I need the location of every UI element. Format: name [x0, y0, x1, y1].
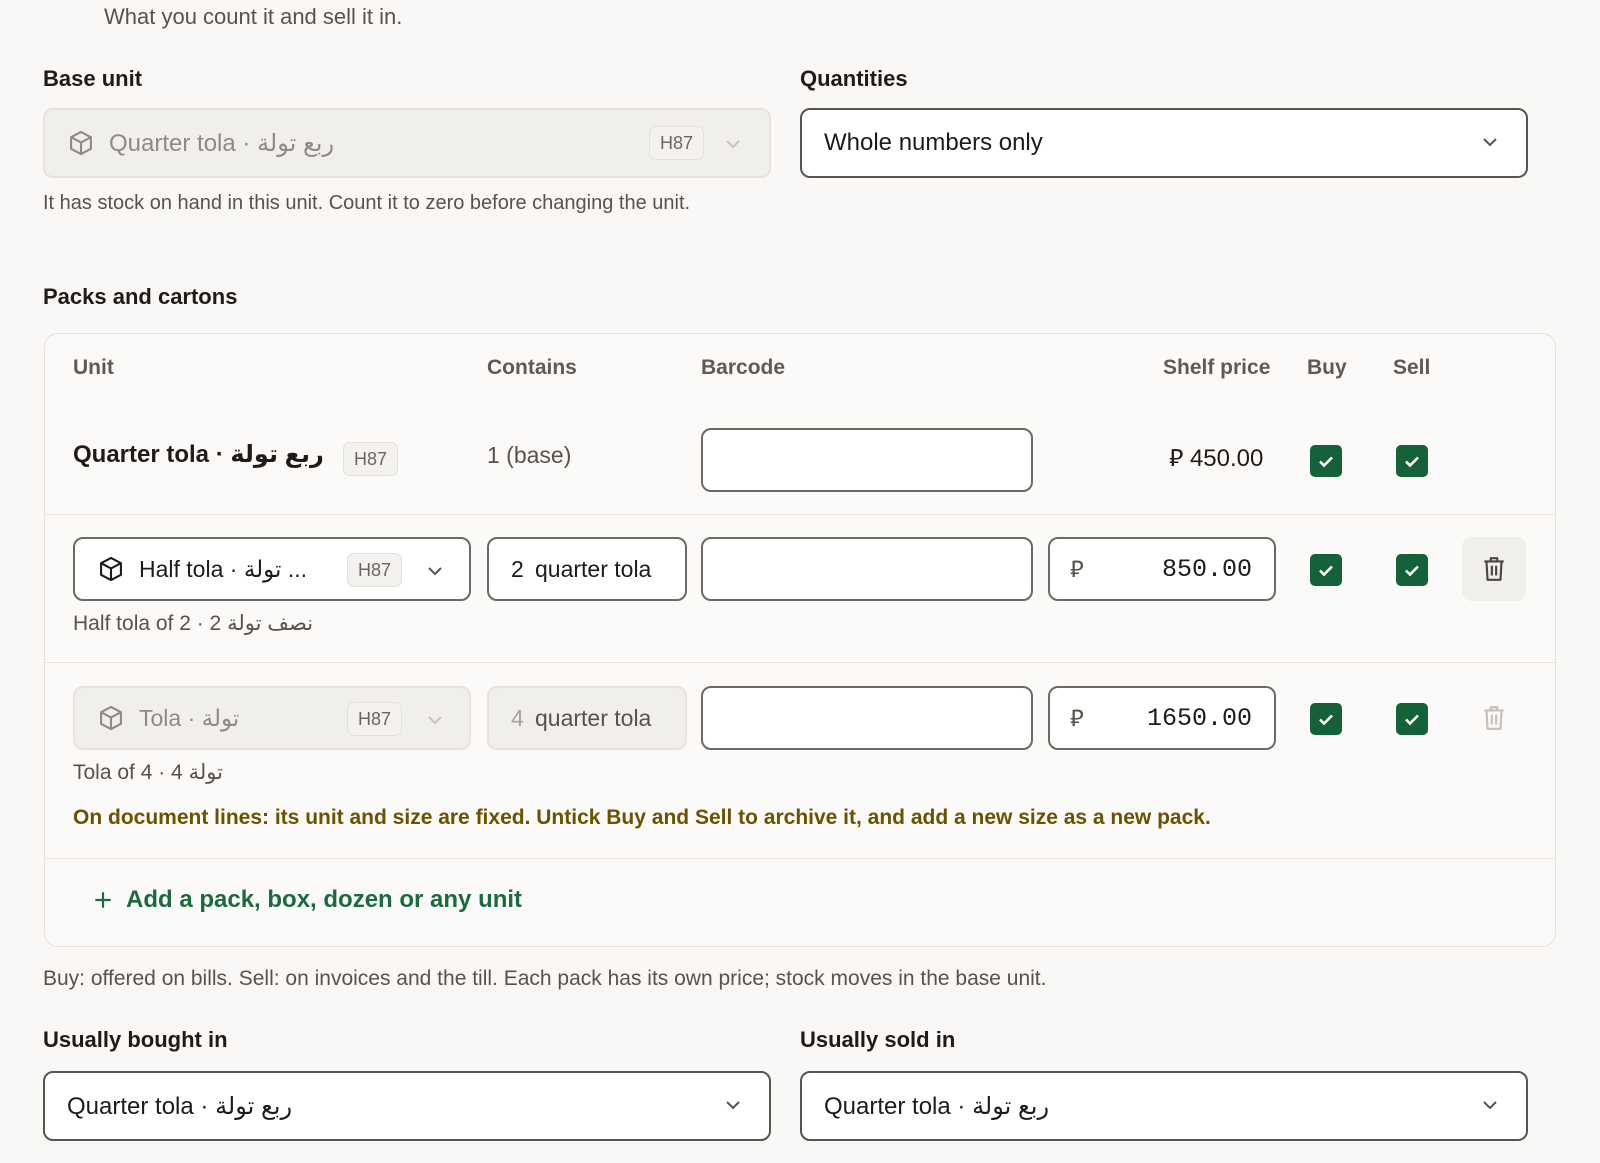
unit-code-badge: H87	[649, 126, 705, 160]
usually-sold-select[interactable]: Quarter tola · ربع تولة	[800, 1071, 1528, 1141]
pack-warning: On document lines: its unit and size are…	[73, 806, 1211, 829]
chevron-down-icon	[1483, 138, 1497, 147]
unit-code-badge: H87	[343, 442, 399, 476]
pack-caption: Half tola of 2 · 2 نصف تولة	[73, 612, 314, 635]
packs-table	[44, 333, 1556, 947]
add-pack-button[interactable]: Add a pack, box, dozen or any unit	[92, 886, 522, 914]
usually-bought-label: Usually bought in	[43, 1027, 228, 1052]
contains-input[interactable]: 4 quarter tola	[487, 686, 687, 750]
chevron-down-icon	[726, 1101, 740, 1110]
delete-pack-button[interactable]	[1462, 537, 1526, 601]
currency-icon: ⃁	[1169, 445, 1184, 472]
chevron-down-icon	[428, 567, 442, 576]
contains-qty: 4	[511, 704, 524, 731]
pack-caption: Tola of 4 · 4 تولة	[73, 761, 223, 784]
chevron-down-icon	[726, 140, 740, 149]
packs-footnote: Buy: offered on bills. Sell: on invoices…	[43, 967, 1047, 990]
section-description: What you count it and sell it in.	[104, 4, 403, 29]
plus-icon	[95, 892, 111, 908]
base-unit-select[interactable]: Quarter tola · ربع تولة H87	[43, 108, 771, 178]
sell-checkbox[interactable]	[1396, 445, 1428, 477]
contains-unit: quarter tola	[535, 704, 652, 731]
base-unit-help: It has stock on hand in this unit. Count…	[43, 192, 691, 214]
buy-checkbox[interactable]	[1310, 445, 1342, 477]
trash-icon	[1484, 706, 1504, 730]
column-header-contains: Contains	[487, 356, 577, 379]
base-unit-value: Quarter tola · ربع تولة	[109, 129, 335, 157]
check-icon	[1319, 456, 1333, 468]
check-icon	[1319, 565, 1333, 577]
base-unit-label: Base unit	[43, 66, 143, 91]
quantities-select[interactable]: Whole numbers only	[800, 108, 1528, 178]
pack-unit-select[interactable]: Tola · تولة H87	[73, 686, 471, 750]
chevron-down-icon	[428, 716, 442, 725]
price-value: 850.00	[1161, 554, 1252, 584]
pack-unit-select[interactable]: Half tola · تولة ... H87	[73, 537, 471, 601]
column-header-shelf-price: Shelf price	[1163, 356, 1271, 379]
unit-code-badge: H87	[347, 553, 403, 587]
sell-checkbox[interactable]	[1396, 554, 1428, 586]
row-divider	[45, 662, 1555, 663]
unit-code-badge: H87	[347, 702, 403, 736]
check-icon	[1405, 714, 1419, 726]
quantities-value: Whole numbers only	[824, 129, 1043, 156]
usually-bought-value: Quarter tola · ربع تولة	[67, 1092, 293, 1120]
sell-checkbox[interactable]	[1396, 703, 1428, 735]
check-icon	[1319, 714, 1333, 726]
contains-qty: 2	[511, 555, 524, 582]
package-icon	[100, 705, 122, 731]
buy-checkbox[interactable]	[1310, 703, 1342, 735]
barcode-input[interactable]	[701, 537, 1033, 601]
column-header-sell: Sell	[1393, 356, 1431, 379]
usually-bought-select[interactable]: Quarter tola · ربع تولة	[43, 1071, 771, 1141]
price-value: 1650.00	[1146, 703, 1252, 733]
trash-icon	[1484, 557, 1504, 581]
price-input[interactable]: ⃁ 850.00	[1048, 537, 1276, 601]
row-divider	[45, 858, 1555, 859]
package-icon	[70, 130, 92, 156]
contains-unit: quarter tola	[535, 555, 652, 582]
usually-sold-value: Quarter tola · ربع تولة	[824, 1092, 1050, 1120]
base-row-unit: Quarter tola · ربع تولة	[73, 441, 324, 468]
column-header-unit: Unit	[73, 356, 114, 379]
column-header-buy: Buy	[1307, 356, 1347, 379]
delete-pack-button[interactable]	[1462, 686, 1526, 750]
pack-unit-value: Half tola · تولة ...	[139, 555, 308, 582]
barcode-input[interactable]	[701, 686, 1033, 750]
row-divider	[45, 514, 1555, 515]
base-row-price: ⃁ 450.00	[1169, 445, 1264, 472]
usually-sold-label: Usually sold in	[800, 1027, 956, 1052]
price-input[interactable]: ⃁ 1650.00	[1048, 686, 1276, 750]
chevron-down-icon	[1483, 1101, 1497, 1110]
check-icon	[1405, 456, 1419, 468]
contains-input[interactable]: 2 quarter tola	[487, 537, 687, 601]
base-row-contains: 1 (base)	[487, 442, 572, 468]
barcode-input[interactable]	[701, 428, 1033, 492]
currency-icon: ⃁	[1070, 555, 1084, 582]
buy-checkbox[interactable]	[1310, 554, 1342, 586]
package-icon	[100, 556, 122, 582]
currency-icon: ⃁	[1070, 704, 1084, 731]
packs-section-label: Packs and cartons	[43, 284, 238, 309]
column-header-barcode: Barcode	[701, 356, 786, 379]
check-icon	[1405, 565, 1419, 577]
pack-unit-value: Tola · تولة	[139, 704, 240, 731]
quantities-label: Quantities	[800, 66, 908, 91]
